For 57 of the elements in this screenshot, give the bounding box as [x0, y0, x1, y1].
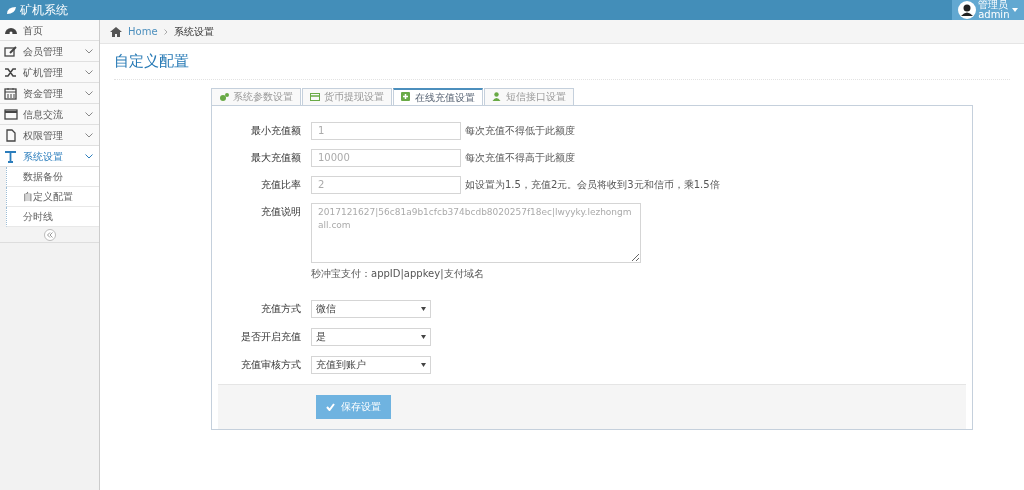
- sidebar-item[interactable]: 首页: [0, 20, 99, 41]
- plus-square-icon: [401, 92, 411, 102]
- help-text: 如设置为1.5，充值2元。会员将收到3元和信币，乘1.5倍: [464, 177, 720, 192]
- help-text: 每次充值不得高于此额度: [464, 150, 575, 165]
- card-icon: [310, 91, 320, 102]
- input-field[interactable]: 2: [311, 175, 461, 194]
- field-label: 是否开启充值: [240, 329, 302, 344]
- help-text: 每次充值不得低于此额度: [464, 123, 575, 138]
- home-icon: [110, 26, 122, 37]
- select-field[interactable]: 充值到账户: [311, 355, 431, 374]
- page-title: 自定义配置: [114, 50, 1010, 80]
- chevron-icon: [85, 90, 93, 96]
- sidebar-item[interactable]: 系统设置: [0, 146, 99, 167]
- caret-icon: [421, 362, 426, 367]
- leaf-icon: [6, 5, 17, 15]
- edit-icon: [4, 44, 18, 58]
- field-label: 充值说明: [260, 204, 302, 219]
- submenu-item[interactable]: 自定义配置: [6, 187, 99, 207]
- text-icon: [4, 149, 18, 163]
- file-icon: [4, 128, 18, 142]
- sidebar-item[interactable]: 信息交流: [0, 104, 99, 125]
- field-label: 充值方式: [260, 301, 302, 316]
- tab[interactable]: 在线充值设置: [393, 87, 483, 105]
- check-icon: [326, 402, 335, 411]
- help-text: 秒冲宝支付：appID|appkey|支付域名: [311, 266, 485, 280]
- calendar-icon: [4, 86, 18, 100]
- chevron-icon: [163, 28, 168, 35]
- field-label: 充值比率: [260, 177, 302, 192]
- field-label: 最大充值额: [250, 150, 302, 165]
- caret-icon: [1012, 8, 1018, 12]
- sidebar-item[interactable]: 会员管理: [0, 41, 99, 62]
- text-area[interactable]: 2017121627|56c81a9b1cfcb374bcdb8020257f18ec|lwyyky.lezhongmall.com: [311, 202, 641, 263]
- sidebar-item[interactable]: 资金管理: [0, 83, 99, 104]
- submenu-item[interactable]: 分时线: [6, 207, 99, 227]
- chevron-icon: [85, 48, 93, 54]
- breadcrumb-current: 系统设置: [173, 25, 214, 39]
- field-label: 最小充值额: [250, 123, 302, 138]
- input-field[interactable]: 1: [311, 121, 461, 140]
- chevron-icon: [85, 111, 93, 117]
- submenu-item[interactable]: 数据备份: [6, 167, 99, 187]
- chevron-icon: [85, 69, 93, 75]
- select-field[interactable]: 微信: [311, 299, 431, 318]
- select-field[interactable]: 是: [311, 327, 431, 346]
- brand-title: 矿机系统: [19, 2, 68, 19]
- shuffle-icon: [4, 65, 18, 79]
- caret-icon: [421, 306, 426, 311]
- field-label: 充值审核方式: [240, 357, 302, 372]
- window-icon: [4, 107, 18, 121]
- user-icon: [492, 91, 502, 102]
- input-field[interactable]: 10000: [311, 148, 461, 167]
- user-name: admin: [978, 10, 1010, 20]
- sidebar-item[interactable]: 权限管理: [0, 125, 99, 146]
- sidebar-item[interactable]: 矿机管理: [0, 62, 99, 83]
- user-role: 管理员: [978, 0, 1010, 10]
- chevron-icon: [85, 132, 93, 138]
- caret-icon: [421, 334, 426, 339]
- chevron-icon: [85, 153, 93, 159]
